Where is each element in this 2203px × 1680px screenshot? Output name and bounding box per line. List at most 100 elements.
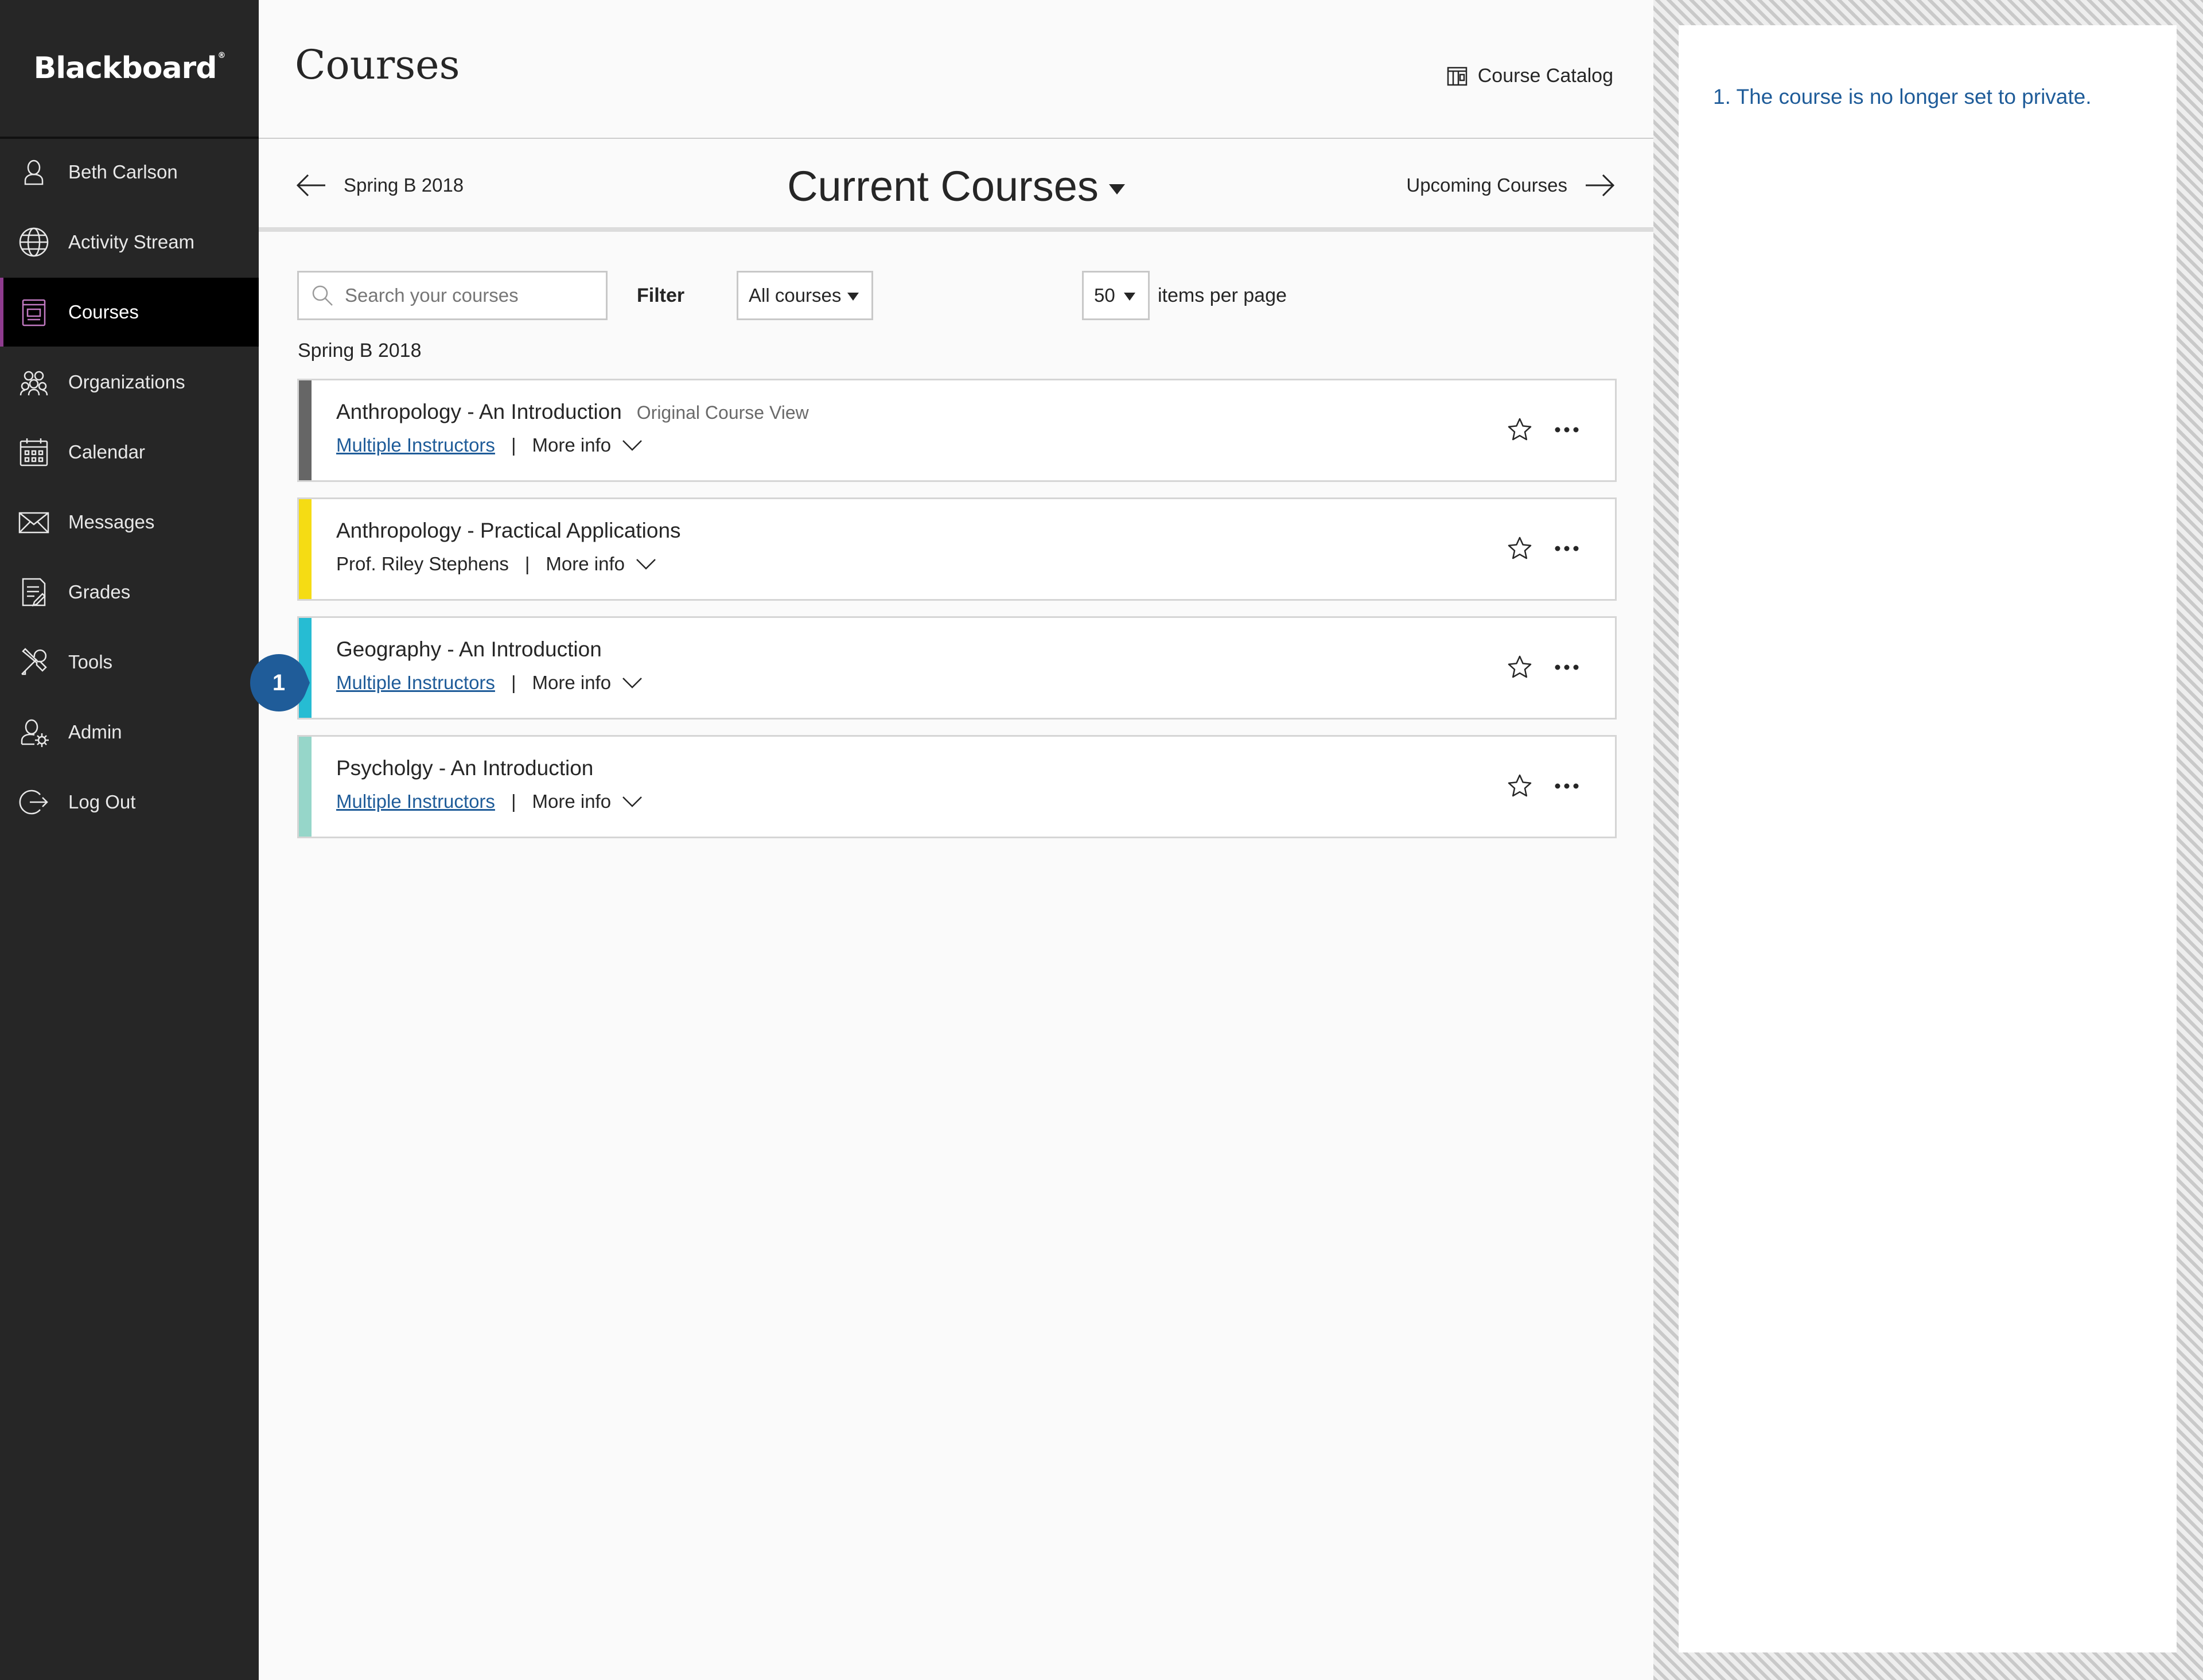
- search-input[interactable]: [344, 284, 585, 307]
- dropdown-arrow-icon: [847, 293, 859, 301]
- nav-label-grades: Grades: [68, 581, 131, 602]
- logo-area: Blackboard ®: [0, 0, 259, 139]
- nav-item-courses[interactable]: Courses: [0, 278, 259, 347]
- callout-number: 1: [272, 670, 286, 695]
- star-icon: [1508, 418, 1532, 441]
- blackboard-logo[interactable]: Blackboard ®: [33, 51, 226, 85]
- nav-label-logout: Log Out: [68, 791, 136, 812]
- course-options-button[interactable]: [1553, 775, 1581, 798]
- course-title-row: Anthropology - Practical Applications: [336, 519, 681, 543]
- more-options-icon: [1555, 783, 1579, 789]
- calendar-icon: [17, 435, 50, 469]
- course-card: Geography - An Introduction Multiple Ins…: [297, 616, 1617, 720]
- term-title: Current Courses: [787, 162, 1099, 210]
- meta-separator: |: [511, 434, 516, 456]
- next-term-button[interactable]: Upcoming Courses: [1406, 169, 1617, 202]
- nav-label-activity-stream: Activity Stream: [68, 231, 195, 252]
- more-info-toggle[interactable]: More info: [546, 553, 657, 575]
- course-color-bar: [299, 737, 312, 837]
- more-options-icon: [1555, 664, 1579, 670]
- course-color-bar: [299, 499, 312, 599]
- star-icon: [1508, 655, 1532, 678]
- course-options-button[interactable]: [1553, 656, 1581, 679]
- more-info-toggle[interactable]: More info: [532, 672, 644, 694]
- annotation-panel: 1. The course is no longer set to privat…: [1679, 25, 2177, 1652]
- more-info-toggle[interactable]: More info: [532, 791, 644, 812]
- items-per-page-select[interactable]: 50: [1082, 271, 1150, 320]
- course-catalog-link[interactable]: Course Catalog: [1446, 64, 1613, 87]
- course-title[interactable]: Anthropology - An Introduction: [336, 400, 622, 424]
- course-title[interactable]: Geography - An Introduction: [336, 637, 602, 662]
- instructors-link[interactable]: Multiple Instructors: [336, 672, 495, 694]
- caret-down-icon: [1108, 184, 1125, 195]
- more-info-label: More info: [532, 672, 612, 693]
- course-meta-row: Multiple Instructors | More info: [336, 672, 643, 694]
- logo-text: Blackboard: [33, 51, 217, 85]
- items-per-page-value: 50: [1094, 285, 1115, 306]
- nav-item-tools[interactable]: Tools: [0, 628, 259, 697]
- course-card: Psycholgy - An Introduction Multiple Ins…: [297, 735, 1617, 838]
- more-info-label: More info: [532, 434, 612, 456]
- course-title-row: Geography - An Introduction: [336, 637, 602, 662]
- logo-registered-mark: ®: [217, 51, 225, 60]
- favorite-star-button[interactable]: [1506, 772, 1533, 800]
- course-title[interactable]: Anthropology - Practical Applications: [336, 519, 681, 543]
- organizations-icon: [17, 365, 50, 399]
- meta-separator: |: [511, 791, 516, 812]
- favorite-star-button[interactable]: [1506, 654, 1533, 681]
- chevron-down-icon: [636, 559, 656, 570]
- instructors-link[interactable]: Multiple Instructors: [336, 434, 495, 456]
- nav-label-profile: Beth Carlson: [68, 161, 178, 182]
- nav-item-logout[interactable]: Log Out: [0, 768, 259, 837]
- nav-item-calendar[interactable]: Calendar: [0, 418, 259, 487]
- chevron-down-icon: [622, 678, 642, 689]
- course-card: Anthropology - Practical Applications Pr…: [297, 497, 1617, 601]
- course-title-row: Anthropology - An Introduction Original …: [336, 400, 809, 424]
- nav-label-admin: Admin: [68, 721, 122, 742]
- filter-select[interactable]: All courses: [737, 271, 873, 320]
- nav-item-organizations[interactable]: Organizations: [0, 348, 259, 417]
- dropdown-arrow-icon: [1124, 293, 1135, 301]
- course-options-button[interactable]: [1553, 537, 1581, 560]
- meta-separator: |: [524, 553, 530, 574]
- course-card: Anthropology - An Introduction Original …: [297, 379, 1617, 482]
- course-meta-row: Prof. Riley Stephens | More info: [336, 553, 657, 575]
- nav-label-organizations: Organizations: [68, 371, 185, 392]
- favorite-star-button[interactable]: [1506, 416, 1533, 444]
- globe-icon: [17, 225, 50, 259]
- annotation-note: 1. The course is no longer set to privat…: [1713, 85, 2092, 108]
- nav-label-tools: Tools: [68, 651, 113, 672]
- main-content: Courses Course Catalog Spring B 2018 Cur…: [259, 0, 1653, 1680]
- page-header: Courses Course Catalog: [259, 0, 1653, 139]
- nav-label-messages: Messages: [68, 511, 155, 532]
- nav-item-profile[interactable]: Beth Carlson: [0, 138, 259, 207]
- course-title-row: Psycholgy - An Introduction: [336, 756, 593, 780]
- meta-separator: |: [511, 672, 516, 693]
- search-box[interactable]: [297, 271, 608, 320]
- annotation-frame: 1. The course is no longer set to privat…: [1653, 0, 2203, 1680]
- chevron-down-icon: [622, 440, 642, 451]
- envelope-icon: [17, 505, 50, 539]
- nav-item-admin[interactable]: Admin: [0, 698, 259, 767]
- more-options-icon: [1555, 427, 1579, 433]
- callout-marker: 1: [248, 652, 310, 714]
- page-title: Courses: [295, 41, 460, 88]
- nav-item-activity-stream[interactable]: Activity Stream: [0, 208, 259, 277]
- nav-label-calendar: Calendar: [68, 441, 145, 462]
- course-color-bar: [299, 380, 312, 480]
- more-info-toggle[interactable]: More info: [532, 434, 644, 456]
- course-title[interactable]: Psycholgy - An Introduction: [336, 756, 593, 780]
- grades-icon: [17, 575, 50, 609]
- more-options-icon: [1555, 546, 1579, 551]
- favorite-star-button[interactable]: [1506, 535, 1533, 562]
- nav-item-grades[interactable]: Grades: [0, 558, 259, 627]
- admin-icon: [17, 715, 50, 749]
- instructors-link[interactable]: Multiple Instructors: [336, 791, 495, 812]
- course-options-button[interactable]: [1553, 418, 1581, 441]
- instructor-name: Prof. Riley Stephens: [336, 553, 509, 574]
- catalog-icon: [1447, 67, 1467, 86]
- nav-item-messages[interactable]: Messages: [0, 488, 259, 557]
- course-meta-row: Multiple Instructors | More info: [336, 791, 643, 812]
- logout-icon: [17, 785, 50, 819]
- term-navigation-bar: Spring B 2018 Current Courses Upcoming C…: [259, 140, 1653, 232]
